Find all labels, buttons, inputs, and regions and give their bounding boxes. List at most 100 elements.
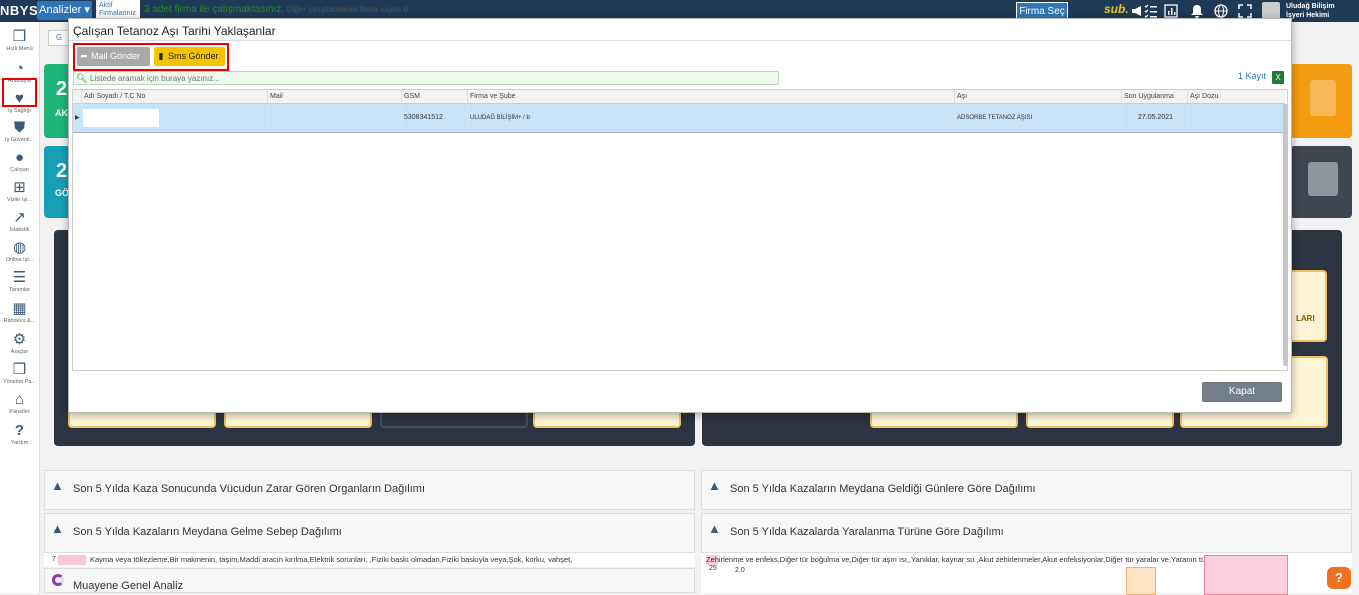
mobile-icon: ▮ [158, 51, 164, 61]
legend-text-right: Zehirlenme ve enfeks,Diğer tür boğulma v… [706, 555, 1224, 564]
help-chat-button[interactable]: ? [1327, 567, 1351, 589]
sidebar-item-tanimlar[interactable]: ☰ Tanımlar [0, 269, 39, 294]
checklist-icon[interactable] [1143, 3, 1159, 19]
cell-son-uygulanma: 27.05.2021 [1121, 104, 1187, 132]
axis-tick-left: 7 [52, 556, 56, 563]
section-title: Son 5 Yılda Kazalarda Yaralanma Türüne G… [730, 526, 1004, 538]
record-count: 1 Kayıt [1238, 71, 1267, 81]
globe-icon: ◍ [12, 239, 27, 256]
sidebar: ❒ Hızlı Menü ◔ Anasayfa ♥ İş Sağlığı ⛊ İ… [0, 22, 40, 593]
column-header-firma[interactable]: Firma ve Şube [467, 90, 954, 103]
user-icon: ● [14, 149, 25, 166]
legend-text-left: Kayma veya tökezleme,Bir makinenin, taşı… [90, 555, 573, 564]
area-chart-icon: ▲ [51, 521, 64, 536]
section-cause-distribution: ▲ Son 5 Yılda Kazaların Meydana Gelme Se… [44, 513, 695, 553]
bell-icon[interactable] [1189, 3, 1205, 19]
data-grid: Adı Soyadı / T.C No Mail GSM Firma ve Şu… [72, 89, 1288, 371]
section-title: Muayene Genel Analiz [73, 580, 184, 592]
sidebar-item-online[interactable]: ◍ Online İşl... [0, 239, 39, 264]
summary-card-2-label: GÖ [55, 188, 70, 198]
column-header-gsm[interactable]: GSM [401, 90, 467, 103]
modal-divider [69, 40, 1291, 41]
tab-g[interactable]: G [48, 30, 70, 46]
anasayfa-highlight [2, 78, 37, 107]
sidebar-item-istatistik[interactable]: ↗ İstatistik [0, 209, 39, 234]
table-row[interactable]: ▶ 5308341512 ULUDAĞ BİLİŞİM+ / b ADSORBE… [73, 104, 1285, 133]
grid-scrollbar[interactable] [1283, 104, 1288, 366]
cogs-icon: ⚙ [12, 331, 27, 348]
report-icon[interactable] [1163, 3, 1179, 19]
redacted-name [83, 109, 159, 127]
area-chart-icon: ▲ [51, 478, 64, 493]
globe-icon[interactable] [1213, 3, 1229, 19]
sidebar-item-label: İş Sağlığı [8, 108, 31, 114]
sidebar-item-yonetim[interactable]: ❒ Yönetim Pa... [0, 361, 39, 386]
brand-logo: sub. [1104, 2, 1129, 16]
column-header-asi-dozu[interactable]: Aşı Dozu [1187, 90, 1285, 103]
sidebar-item-label: İş Güvenli... [4, 137, 35, 143]
zip-file-icon [1310, 80, 1336, 116]
summary-card-1-label: AK [55, 108, 68, 118]
bank-icon: ⌂ [14, 391, 25, 408]
right-box-label: LARI [1296, 314, 1315, 323]
donut-chart-icon [52, 574, 64, 586]
cubes-icon: ❒ [12, 28, 27, 45]
sidebar-item-hizli-menu[interactable]: ❒ Hızlı Menü [0, 28, 39, 53]
sidebar-item-label: Vizite İşl... [7, 197, 32, 203]
firm-sub-text: Diğer çalışılabilecek firma sayısı 0 [286, 5, 408, 14]
section-title: Son 5 Yılda Kaza Sonucunda Vücudun Zarar… [73, 483, 426, 495]
close-button[interactable]: Kapat [1202, 382, 1282, 402]
section-day-distribution: ▲ Son 5 Yılda Kazaların Meydana Geldiği … [701, 470, 1352, 510]
firm-count-message: 3 adet firma ile çalışmaktasınız. Diğer … [144, 4, 408, 15]
sidebar-item-label: Tanımlar [8, 287, 31, 293]
summary-card-4[interactable] [1290, 146, 1352, 218]
sidebar-item-randevu[interactable]: ▦ Randevu &... [0, 300, 39, 325]
user-role: İşyeri Hekimi [1286, 12, 1330, 19]
sliders-icon: ☰ [12, 269, 27, 286]
calendar-clock-icon: ▦ [12, 300, 27, 317]
mail-send-button[interactable]: ➦ Mail Gönder [77, 47, 150, 66]
calendar-check-icon [1308, 162, 1338, 196]
grid-header: Adı Soyadı / T.C No Mail GSM Firma ve Şu… [73, 90, 1285, 104]
sidebar-item-calisan[interactable]: ● Çalışan [0, 149, 39, 174]
sidebar-item-vizite[interactable]: ⊞ Vizite İşl... [0, 179, 39, 204]
fullscreen-icon[interactable] [1237, 3, 1253, 19]
axis-tick-right-2: 2.0 [735, 567, 745, 574]
medkit-icon: ⊞ [13, 179, 26, 196]
cell-gsm: 5308341512 [401, 104, 467, 132]
sidebar-item-araclar[interactable]: ⚙ Araçlar [0, 331, 39, 356]
sidebar-item-label: Yönetim Pa... [2, 379, 37, 385]
app-logo: NBYS [0, 3, 39, 18]
section-injury-type-distribution: ▲ Son 5 Yılda Kazalarda Yaralanma Türüne… [701, 513, 1352, 553]
vaccine-modal: Çalışan Tetanoz Aşı Tarihi Yaklaşanlar ➦… [68, 18, 1292, 413]
sidebar-item-paneller[interactable]: ⌂ Paneller [0, 391, 39, 416]
modal-title: Çalışan Tetanoz Aşı Tarihi Yaklaşanlar [73, 24, 276, 38]
cell-mail [267, 104, 401, 132]
sidebar-item-label: Yardım [10, 440, 29, 446]
axis-tick-right-1: 25 [709, 565, 717, 572]
column-header-son-uygulanma[interactable]: Son Uygulanma [1121, 90, 1187, 103]
user-info[interactable]: Uludağ Bilişim İşyeri Hekimi [1286, 2, 1335, 20]
search-icon: 🔍︎ [76, 73, 88, 83]
sidebar-item-yardim[interactable]: ? Yardım [0, 422, 39, 447]
sidebar-item-is-guvenligi[interactable]: ⛊ İş Güvenli... [0, 119, 39, 144]
sidebar-item-label: İstatistik [9, 227, 30, 233]
summary-card-3[interactable] [1290, 64, 1352, 138]
section-muayene-analiz: Muayene Genel Analiz [44, 568, 695, 593]
area-chart-icon: ▲ [708, 478, 721, 493]
search-box: 🔍︎ [73, 71, 779, 85]
excel-export-icon[interactable]: X [1272, 71, 1284, 84]
area-chart-icon: ▲ [708, 521, 721, 536]
user-name: Uludağ Bilişim [1286, 3, 1335, 10]
sidebar-item-label: Paneller [9, 409, 30, 415]
sidebar-item-label: Online İşl... [5, 257, 34, 263]
share-icon: ➦ [80, 51, 88, 61]
column-header-name[interactable]: Adı Soyadı / T.C No [81, 90, 267, 103]
summary-card-1-number: 2 [56, 78, 68, 100]
sms-send-label: Sms Gönder [168, 51, 219, 61]
search-input[interactable] [90, 72, 770, 84]
sms-send-button[interactable]: ▮ Sms Gönder [154, 47, 225, 66]
legend-left: 7 Kayma veya tökezleme,Bir makinenin, ta… [44, 553, 695, 567]
column-header-asi[interactable]: Aşı [954, 90, 1121, 103]
column-header-mail[interactable]: Mail [267, 90, 401, 103]
